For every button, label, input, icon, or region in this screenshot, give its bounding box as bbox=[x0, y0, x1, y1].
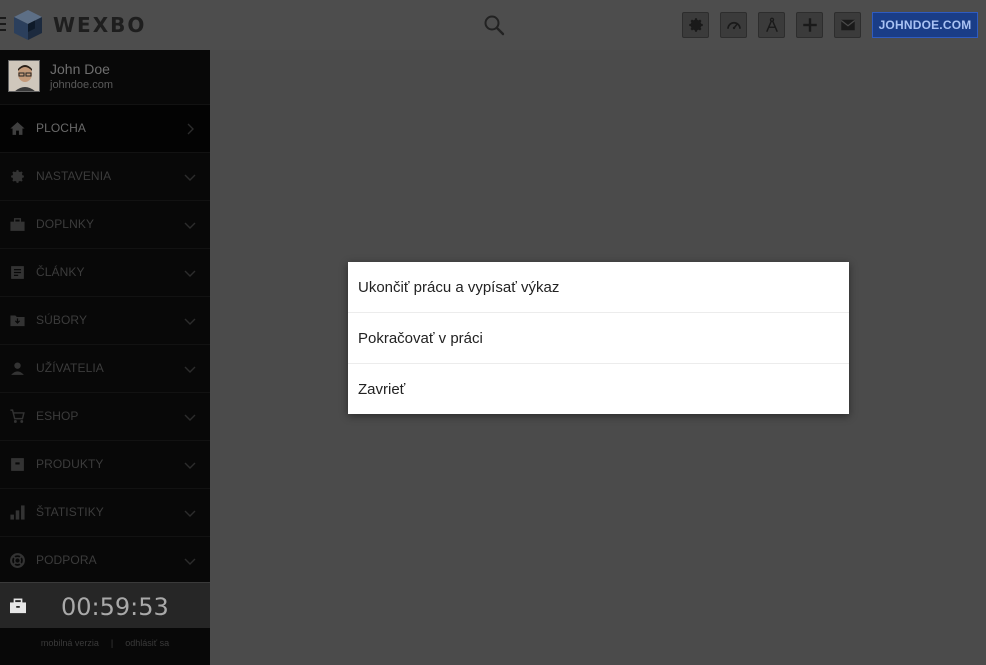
chevron-down-icon bbox=[184, 558, 196, 565]
sidebar-nav: PLOCHA NASTAVENIA DOPLNKY ČLÁNKY SÚBORY … bbox=[0, 104, 210, 584]
home-icon bbox=[10, 122, 25, 135]
chevron-down-icon bbox=[184, 510, 196, 517]
sidebar-item-label: ŠTATISTIKY bbox=[36, 505, 104, 519]
plus-icon bbox=[802, 18, 817, 32]
person-icon bbox=[11, 362, 24, 375]
sidebar-item-doplnky[interactable]: DOPLNKY bbox=[0, 200, 210, 248]
mobile-version-link[interactable]: mobilná verzia bbox=[41, 638, 99, 648]
logout-link[interactable]: odhlásiť sa bbox=[125, 638, 169, 648]
briefcase-icon bbox=[10, 218, 25, 231]
sidebar-item-nastavenia[interactable]: NASTAVENIA bbox=[0, 152, 210, 200]
sidebar-item-label: DOPLNKY bbox=[36, 217, 95, 231]
sidebar-item-subory[interactable]: SÚBORY bbox=[0, 296, 210, 344]
sidebar-item-podpora[interactable]: PODPORA bbox=[0, 536, 210, 584]
timer-value: 00:59:53 bbox=[61, 593, 169, 621]
cart-icon bbox=[10, 409, 25, 423]
sidebar-item-label: PRODUKTY bbox=[36, 457, 104, 471]
mail-icon bbox=[840, 19, 855, 31]
continue-work-option[interactable]: Pokračovať v práci bbox=[348, 313, 849, 364]
box-icon bbox=[11, 458, 24, 471]
logo-text[interactable]: WEXBO bbox=[53, 13, 146, 37]
domain-button[interactable]: JOHNDOE.COM bbox=[872, 12, 978, 38]
chevron-down-icon bbox=[184, 270, 196, 277]
briefcase-icon bbox=[10, 598, 26, 614]
add-button[interactable] bbox=[796, 12, 823, 38]
sidebar-item-statistiky[interactable]: ŠTATISTIKY bbox=[0, 488, 210, 536]
design-button[interactable] bbox=[758, 12, 785, 38]
lifebuoy-icon bbox=[10, 553, 25, 568]
sidebar-item-label: NASTAVENIA bbox=[36, 169, 112, 183]
sidebar-item-eshop[interactable]: ESHOP bbox=[0, 392, 210, 440]
chevron-down-icon bbox=[184, 366, 196, 373]
settings-button[interactable] bbox=[682, 12, 709, 38]
gear-icon bbox=[11, 170, 24, 183]
close-option[interactable]: Zavrieť bbox=[348, 364, 849, 414]
compass-icon bbox=[765, 17, 778, 33]
sidebar-item-label: ČLÁNKY bbox=[36, 265, 85, 279]
chevron-down-icon bbox=[184, 414, 196, 421]
sidebar-item-produkty[interactable]: PRODUKTY bbox=[0, 440, 210, 488]
dashboard-button[interactable] bbox=[720, 12, 747, 38]
avatar[interactable] bbox=[8, 60, 40, 92]
sidebar-item-label: ESHOP bbox=[36, 409, 79, 423]
gear-icon bbox=[688, 18, 703, 32]
sidebar-item-label: SÚBORY bbox=[36, 313, 88, 327]
footer-separator: | bbox=[110, 638, 114, 648]
finish-work-option[interactable]: Ukončiť prácu a vypísať výkaz bbox=[348, 262, 849, 313]
sidebar-item-clanky[interactable]: ČLÁNKY bbox=[0, 248, 210, 296]
top-bar: WEXBO JOHNDOE.COM bbox=[0, 0, 986, 50]
article-icon bbox=[11, 266, 24, 279]
chevron-down-icon bbox=[184, 174, 196, 181]
sidebar-item-label: PODPORA bbox=[36, 553, 97, 567]
speedometer-icon bbox=[726, 21, 741, 30]
sidebar-item-label: UŽÍVATELIA bbox=[36, 361, 104, 375]
avatar-image bbox=[9, 61, 39, 91]
chevron-down-icon bbox=[184, 462, 196, 469]
chevron-down-icon bbox=[184, 318, 196, 325]
logo-cube-icon bbox=[14, 10, 42, 40]
file-download-icon bbox=[10, 315, 25, 327]
sidebar-item-uzivatelia[interactable]: UŽÍVATELIA bbox=[0, 344, 210, 392]
search-icon[interactable] bbox=[482, 13, 506, 37]
menu-icon[interactable] bbox=[0, 17, 6, 31]
messages-button[interactable] bbox=[834, 12, 861, 38]
sidebar-item-plocha[interactable]: PLOCHA bbox=[0, 104, 210, 152]
user-profile[interactable]: John Doe johndoe.com bbox=[0, 50, 210, 104]
work-timer[interactable]: 00:59:53 bbox=[0, 582, 210, 628]
bar-chart-icon bbox=[10, 505, 25, 520]
sidebar: John Doe johndoe.com PLOCHA NASTAVENIA D… bbox=[0, 50, 210, 665]
sidebar-footer: mobilná verzia | odhlásiť sa bbox=[0, 638, 210, 648]
work-session-dialog: Ukončiť prácu a vypísať výkaz Pokračovať… bbox=[348, 262, 849, 414]
user-site: johndoe.com bbox=[50, 79, 113, 91]
chevron-down-icon bbox=[184, 222, 196, 229]
sidebar-item-label: PLOCHA bbox=[36, 121, 86, 135]
chevron-right-icon bbox=[187, 123, 194, 135]
user-name: John Doe bbox=[50, 61, 110, 77]
